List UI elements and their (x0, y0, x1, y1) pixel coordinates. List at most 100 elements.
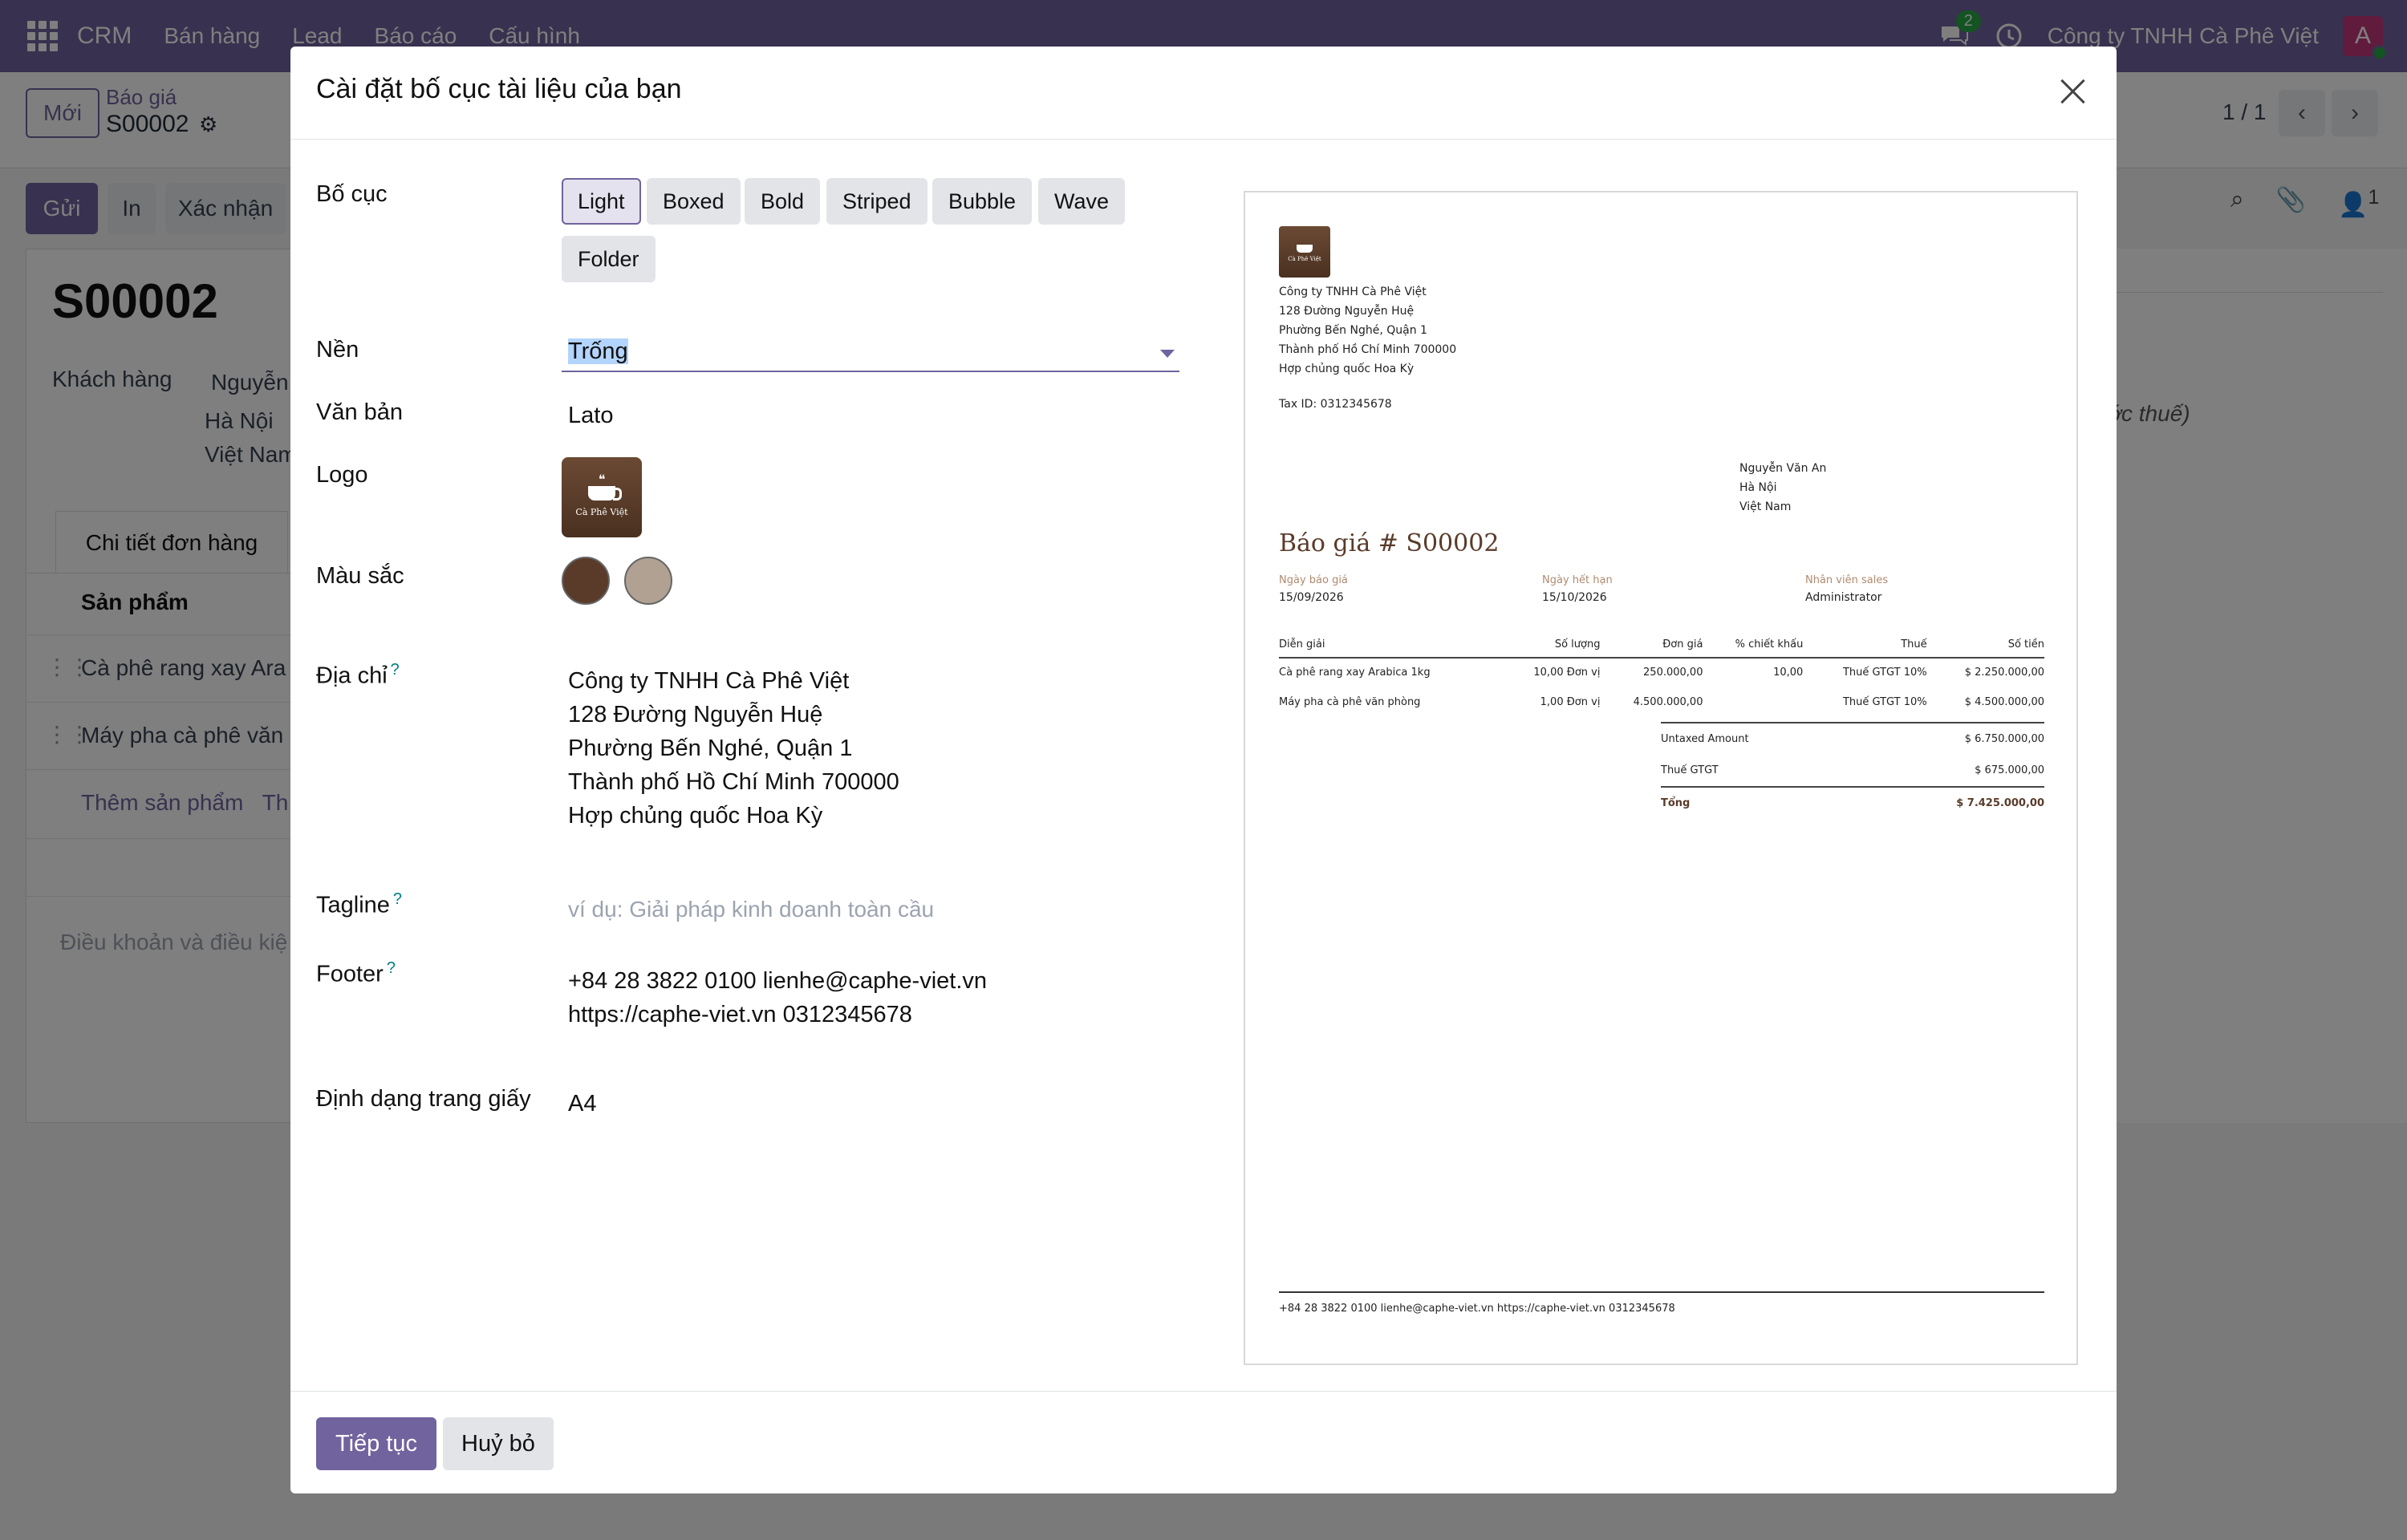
total-value: $ 675.000,00 (1975, 764, 2044, 776)
preview-address-line: Thành phố Hồ Chí Minh 700000 (1279, 343, 1457, 356)
table-cell: 1,00 Đơn vị (1540, 696, 1601, 708)
table-cell: Thuế GTGT 10% (1842, 667, 1927, 679)
total-value: $ 6.750.000,00 (1964, 732, 2044, 745)
info-key: Ngày hết hạn (1542, 574, 1613, 586)
modal-footer: Tiếp tục Huỷ bỏ (290, 1391, 2117, 1493)
layout-option-light[interactable]: Light (562, 178, 641, 225)
table-cell: 4.500.000,00 (1633, 696, 1703, 708)
coffee-cup-icon (1297, 245, 1313, 253)
table-cell: Cà phê rang xay Arabica 1kg (1279, 667, 1431, 679)
cancel-button[interactable]: Huỷ bỏ (443, 1417, 554, 1470)
preview-lines-table: Diễn giải Số lượng Đơn giá % chiết khấu … (1279, 632, 2044, 718)
table-cell: $ 4.500.000,00 (1964, 696, 2044, 708)
total-value: $ 7.425.000,00 (1956, 796, 2044, 809)
preview-customer-line: Việt Nam (1739, 500, 1792, 513)
preview-tax-id: Tax ID: 0312345678 (1279, 398, 1392, 411)
layout-option-boxed[interactable]: Boxed (647, 178, 741, 225)
total-label: Untaxed Amount (1661, 732, 1749, 745)
table-header-row: Diễn giải Số lượng Đơn giá % chiết khấu … (1279, 632, 2044, 659)
info-value: 15/09/2026 (1279, 591, 1344, 604)
company-logo-upload[interactable]: ❝ Cà Phê Việt (562, 457, 642, 537)
close-icon[interactable] (2052, 72, 2092, 112)
footer-label: Footer? (316, 959, 396, 988)
address-label: Địa chỉ? (316, 661, 400, 690)
help-icon[interactable]: ? (393, 890, 402, 908)
tagline-label-text: Tagline (316, 892, 390, 918)
preview-customer-line: Nguyễn Văn An (1739, 462, 1827, 475)
paper-format-label: Định dạng trang giấy (316, 1086, 531, 1112)
preview-document-title: Báo giá # S00002 (1279, 529, 1500, 557)
info-value: 15/10/2026 (1542, 591, 1607, 604)
primary-color-swatch[interactable] (562, 557, 610, 605)
background-select-value: Trống (568, 338, 628, 365)
modal-title: Cài đặt bố cục tài liệu của bạn (316, 74, 682, 104)
layout-option-bold[interactable]: Bold (745, 178, 821, 225)
caret-down-icon (1160, 350, 1175, 358)
preview-address-line: Công ty TNHH Cà Phê Việt (1279, 286, 1427, 298)
preview-address-line: Hợp chủng quốc Hoa Kỳ (1279, 363, 1415, 375)
document-preview: Cà Phê Việt Công ty TNHH Cà Phê Việt 128… (1244, 191, 2078, 1365)
table-header: Diễn giải (1279, 632, 1503, 659)
info-key: Nhân viên sales (1805, 574, 1889, 586)
continue-button[interactable]: Tiếp tục (316, 1417, 436, 1470)
table-cell (1703, 688, 1803, 718)
help-icon[interactable]: ? (387, 959, 396, 977)
layout-option-wave[interactable]: Wave (1038, 178, 1126, 225)
preview-footer: +84 28 3822 0100 lienhe@caphe-viet.vn ht… (1279, 1303, 1675, 1315)
logo-label: Logo (316, 462, 368, 488)
secondary-color-swatch[interactable] (624, 557, 672, 605)
layout-option-striped[interactable]: Striped (826, 178, 927, 225)
info-value: Administrator (1805, 591, 1882, 604)
paper-format-select[interactable]: A4 (568, 1091, 596, 1117)
table-cell: 250.000,00 (1643, 667, 1703, 679)
preview-totals: Untaxed Amount $ 6.750.000,00 Thuế GTGT … (1661, 722, 2044, 818)
coffee-cup-icon (588, 485, 622, 500)
help-icon[interactable]: ? (391, 661, 400, 679)
font-label: Văn bản (316, 399, 404, 425)
table-cell: 10,00 (1773, 667, 1804, 679)
colors-label: Màu sắc (316, 563, 404, 589)
table-cell: Máy pha cà phê văn phòng (1279, 696, 1421, 708)
table-header: Số lượng (1502, 632, 1601, 659)
total-label: Thuế GTGT (1661, 764, 1719, 776)
preview-customer-line: Hà Nội (1739, 481, 1777, 494)
font-select[interactable]: Lato (568, 403, 613, 429)
layout-option-bubble[interactable]: Bubble (932, 178, 1033, 225)
table-cell: 10,00 Đơn vị (1533, 667, 1601, 679)
background-label: Nền (316, 337, 359, 363)
footer-input[interactable]: +84 28 3822 0100 lienhe@caphe-viet.vn ht… (568, 964, 987, 1031)
preview-info-expiry: Ngày hết hạn 15/10/2026 (1542, 574, 1613, 604)
table-row: Máy pha cà phê văn phòng 1,00 Đơn vị 4.5… (1279, 688, 2044, 718)
background-selected-text: Trống (568, 338, 628, 364)
document-layout-dialog: Cài đặt bố cục tài liệu của bạn Bố cục L… (290, 47, 2117, 1493)
preview-customer-address: Nguyễn Văn An Hà Nội Việt Nam (1739, 459, 1826, 517)
tagline-label: Tagline? (316, 890, 402, 919)
total-label: Tổng (1661, 796, 1691, 809)
background-select[interactable]: Trống (562, 329, 1179, 372)
preview-info-quote-date: Ngày báo giá 15/09/2026 (1279, 574, 1348, 604)
address-label-text: Địa chỉ (316, 663, 388, 689)
table-header: % chiết khấu (1703, 632, 1804, 659)
layout-option-folder[interactable]: Folder (562, 236, 656, 282)
address-line: 128 Đường Nguyễn Huệ (568, 702, 823, 727)
preview-logo-text: Cà Phê Việt (1288, 256, 1321, 262)
preview-address-line: 128 Đường Nguyễn Huệ (1279, 305, 1415, 318)
preview-logo: Cà Phê Việt (1279, 226, 1330, 278)
table-header: Số tiền (1926, 632, 2044, 659)
tagline-input[interactable]: ví dụ: Giải pháp kinh doanh toàn cầu (568, 897, 934, 922)
footer-label-text: Footer (316, 961, 384, 987)
address-line: Phường Bến Nghé, Quận 1 (568, 736, 853, 761)
footer-line: +84 28 3822 0100 lienhe@caphe-viet.vn (568, 968, 988, 994)
modal-header: Cài đặt bố cục tài liệu của bạn (290, 47, 2117, 140)
logo-text: Cà Phê Việt (575, 506, 628, 517)
total-row-tax: Thuế GTGT $ 675.000,00 (1661, 754, 2044, 786)
table-header: Thuế (1803, 632, 1927, 659)
company-address[interactable]: Công ty TNHH Cà Phê Việt 128 Đường Nguyễ… (568, 664, 899, 833)
table-cell: Thuế GTGT 10% (1842, 696, 1927, 708)
preview-footer-divider (1279, 1291, 2044, 1293)
preview-address-line: Phường Bến Nghé, Quận 1 (1279, 324, 1427, 337)
layout-label: Bố cục (316, 181, 388, 207)
address-line: Thành phố Hồ Chí Minh 700000 (568, 769, 899, 795)
footer-line: https://caphe-viet.vn 0312345678 (568, 1002, 912, 1027)
table-header: Đơn giá (1600, 632, 1703, 659)
